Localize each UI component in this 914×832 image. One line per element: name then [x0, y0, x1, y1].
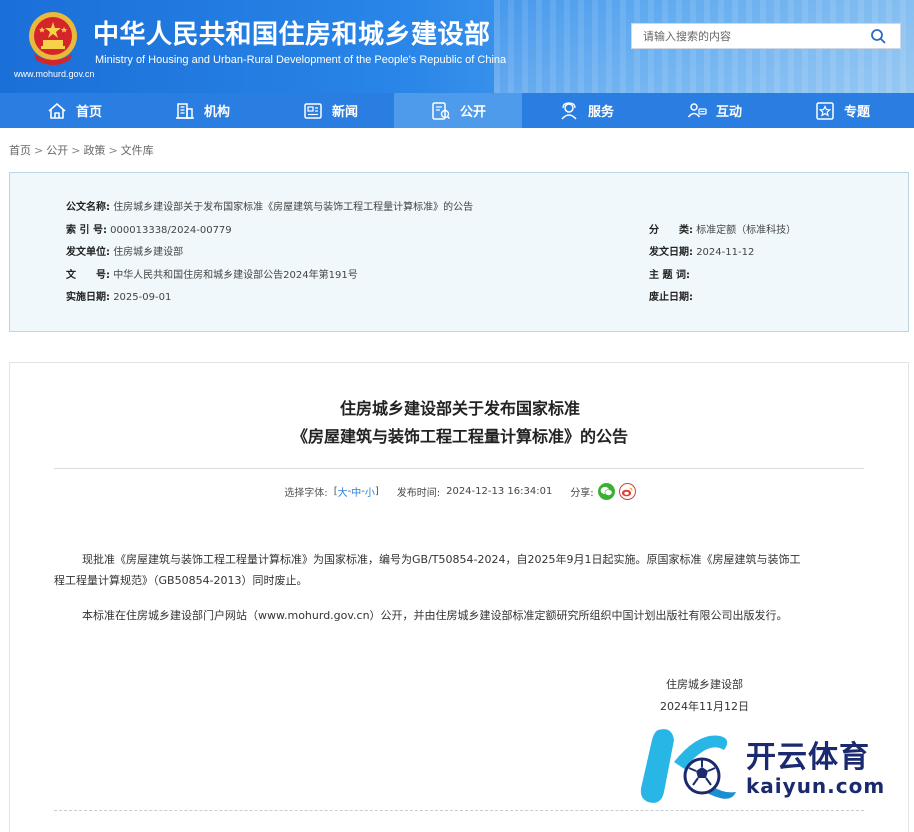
signature-date: 2024年11月12日 — [660, 700, 749, 713]
meta-label: 发文日期: — [649, 247, 693, 258]
meta-label: 索 引 号: — [66, 225, 107, 236]
meta-value: 住房城乡建设部 — [113, 247, 184, 258]
wechat-icon[interactable] — [597, 483, 615, 500]
publish-time-value: 2024-12-13 16:34:01 — [446, 486, 553, 497]
nav-item-home[interactable]: 首页 — [10, 93, 138, 128]
search-button[interactable] — [856, 24, 900, 48]
article-paragraph-1: 现批准《房屋建筑与装饰工程工程量计算标准》为国家标准，编号为GB/T50854-… — [54, 549, 869, 570]
weibo-icon[interactable] — [618, 483, 636, 500]
meta-index-no: 索 引 号: 000013338/2024-00779 — [66, 221, 232, 236]
font-medium-link[interactable]: 中 — [351, 484, 361, 499]
meta-subject: 主 题 词: — [649, 266, 690, 281]
breadcrumb-policy[interactable]: 政策 — [83, 142, 105, 158]
meta-label: 主 题 词: — [649, 270, 690, 281]
kaiyun-logo-icon — [640, 729, 736, 803]
breadcrumb: 首页 > 公开 > 政策 > 文件库 — [0, 128, 914, 172]
document-icon — [432, 101, 451, 120]
article-paragraph-1-cont: 程工程量计算规范》（GB50854-2013）同时废止。 — [54, 570, 869, 591]
site-title-en: Ministry of Housing and Urban-Rural Deve… — [95, 54, 507, 66]
font-bracket-close: ] — [374, 486, 379, 497]
meta-label: 文 号: — [66, 270, 110, 281]
font-large-link[interactable]: 大 — [338, 484, 348, 499]
meta-value: 000013338/2024-00779 — [110, 225, 232, 236]
title-divider — [54, 468, 864, 469]
service-icon — [561, 101, 577, 120]
nav-item-label: 公开 — [459, 105, 486, 120]
meta-value: 标准定额（标准科技） — [696, 225, 797, 236]
font-small-link[interactable]: 小 — [365, 484, 375, 499]
paragraph-line: 现批准《房屋建筑与装饰工程工程量计算标准》为国家标准，编号为GB/T50854-… — [82, 553, 801, 566]
meta-effective-date: 实施日期: 2025-09-01 — [66, 288, 171, 303]
search-input[interactable] — [632, 24, 856, 48]
publish-time-label: 发布时间: — [396, 488, 441, 499]
nav-item-label: 互动 — [715, 105, 742, 120]
meta-label: 废止日期: — [649, 292, 693, 303]
site-title-cn[interactable]: 中华人民共和国住房和城乡建设部 — [93, 14, 491, 51]
nav-item-label: 专题 — [843, 105, 870, 120]
meta-label: 发文单位: — [66, 247, 110, 258]
kaiyun-watermark: 开云体育 kaiyun.com — [628, 722, 908, 812]
meta-label: 实施日期: — [66, 292, 110, 303]
meta-value: 2025-09-01 — [113, 292, 172, 303]
breadcrumb-separator: > — [71, 143, 81, 157]
main-nav: 首页 机构 新闻 公开 服务 互动 专题 — [0, 93, 914, 128]
building-icon — [175, 102, 194, 119]
breadcrumb-file-library[interactable]: 文件库 — [121, 142, 154, 158]
article-paragraph-2: 本标准在住房城乡建设部门户网站（www.mohurd.gov.cn）公开，并由住… — [82, 609, 788, 622]
nav-item-organization[interactable]: 机构 — [138, 93, 266, 128]
topic-icon — [816, 101, 834, 120]
home-icon — [48, 102, 66, 119]
news-icon — [304, 102, 322, 119]
site-header: www.mohurd.gov.cn 中华人民共和国住房和城乡建设部 Minist… — [0, 0, 914, 93]
breadcrumb-home[interactable]: 首页 — [9, 142, 31, 158]
font-select-label: 选择字体: — [284, 488, 328, 499]
nav-item-label: 服务 — [587, 105, 614, 120]
breadcrumb-separator: > — [34, 143, 44, 157]
site-url: www.mohurd.gov.cn — [14, 69, 95, 79]
nav-item-label: 新闻 — [331, 105, 358, 120]
nav-item-interaction[interactable]: 互动 — [650, 93, 778, 128]
share-label: 分享: — [570, 488, 594, 499]
meta-value: 中华人民共和国住房和城乡建设部公告2024年第191号 — [113, 270, 358, 281]
article-info-bar: 选择字体: [ 大 - 中 - 小 ] 发布时间: 2024-12-13 16:… — [10, 483, 910, 500]
search-box — [631, 23, 901, 49]
breadcrumb-public[interactable]: 公开 — [46, 142, 68, 158]
meta-value: 2024-11-12 — [696, 247, 755, 258]
nav-item-topic[interactable]: 专题 — [778, 93, 906, 128]
nav-item-news[interactable]: 新闻 — [266, 93, 394, 128]
watermark-text-en: kaiyun.com — [746, 774, 886, 798]
search-icon — [871, 29, 886, 44]
paragraph-line: 程工程量计算规范》（GB50854-2013）同时废止。 — [54, 574, 308, 587]
meta-value: 住房城乡建设部关于发布国家标准《房屋建筑与装饰工程工程量计算标准》的公告 — [113, 202, 474, 213]
meta-doc-no: 文 号: 中华人民共和国住房和城乡建设部公告2024年第191号 — [66, 266, 358, 281]
meta-issuer: 发文单位: 住房城乡建设部 — [66, 243, 183, 258]
meta-category: 分 类: 标准定额（标准科技） — [649, 221, 796, 236]
interaction-icon — [687, 102, 707, 117]
nav-item-label: 机构 — [203, 105, 230, 120]
meta-expiry-date: 废止日期: — [649, 288, 693, 303]
meta-label: 公文名称: — [66, 202, 110, 213]
article-title-line2: 《房屋建筑与装饰工程工程量计算标准》的公告 — [291, 427, 628, 446]
nav-item-public[interactable]: 公开 — [394, 93, 522, 128]
meta-doc-name: 公文名称: 住房城乡建设部关于发布国家标准《房屋建筑与装饰工程工程量计算标准》的… — [66, 198, 473, 213]
signature-org: 住房城乡建设部 — [666, 678, 743, 691]
breadcrumb-separator: > — [108, 143, 118, 157]
document-meta-box: 公文名称: 住房城乡建设部关于发布国家标准《房屋建筑与装饰工程工程量计算标准》的… — [9, 172, 909, 332]
meta-label: 分 类: — [649, 225, 693, 236]
nav-item-service[interactable]: 服务 — [522, 93, 650, 128]
article-title-line1: 住房城乡建设部关于发布国家标准 — [339, 399, 580, 418]
watermark-text-cn: 开云体育 — [746, 740, 870, 775]
nav-item-label: 首页 — [75, 105, 102, 120]
meta-issue-date: 发文日期: 2024-11-12 — [649, 243, 754, 258]
national-emblem-icon[interactable] — [26, 10, 80, 68]
